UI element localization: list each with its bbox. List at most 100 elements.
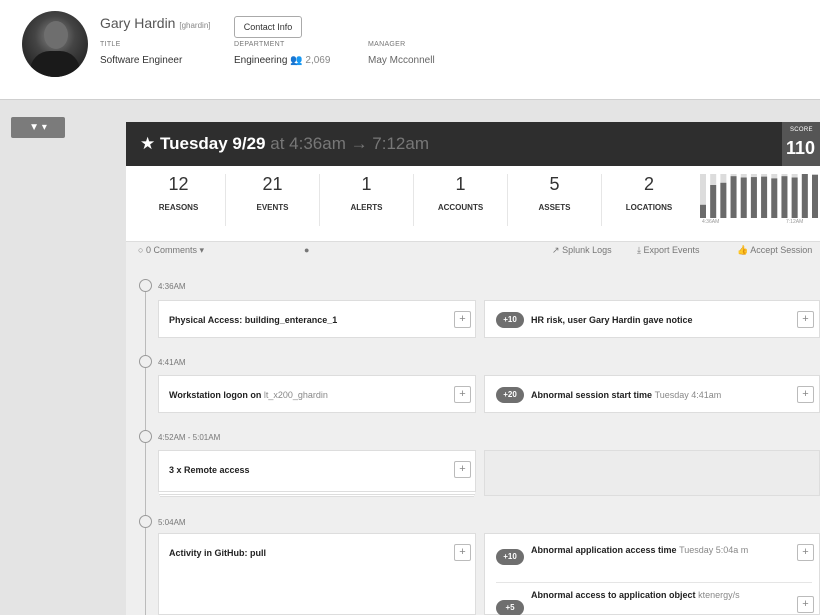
stat-locations[interactable]: 2 LOCATIONS — [602, 174, 696, 226]
timeline-time: 4:52AM - 5:01AM — [158, 433, 221, 442]
activity-sparkline — [700, 174, 818, 218]
splunk-label: Splunk Logs — [562, 245, 612, 255]
download-icon: ⤓ — [637, 245, 641, 255]
add-icon[interactable]: + — [454, 544, 471, 561]
score-label: SCORE — [790, 127, 813, 133]
contact-info-button[interactable]: Contact Info — [234, 16, 302, 38]
reason-text: HR risk, user Gary Hardin gave notice — [531, 315, 693, 325]
tag-icon[interactable]: ● — [304, 245, 309, 255]
filter-button[interactable]: ▼ ▾ — [11, 117, 65, 138]
department-name: Engineering — [234, 55, 288, 66]
department-value: Engineering 👥 2,069 — [234, 55, 330, 66]
stat-label: REASONS — [158, 203, 199, 212]
reason-main: Abnormal access to application object — [531, 590, 696, 600]
stat-accounts[interactable]: 1 ACCOUNTS — [414, 174, 508, 226]
stat-label: ASSETS — [538, 203, 571, 212]
session-day: Tuesday 9/29 — [159, 134, 266, 153]
user-name: Gary Hardin — [100, 15, 176, 31]
event-card[interactable]: Workstation logon on lt_x200_ghardin + — [158, 375, 476, 413]
timeline-dot — [139, 430, 152, 443]
event-card[interactable]: Activity in GitHub: pull + — [158, 533, 476, 615]
title-value: Software Engineer — [100, 55, 183, 66]
star-icon[interactable]: ★ — [140, 134, 155, 153]
stat-label: EVENTS — [256, 203, 289, 212]
add-icon[interactable]: + — [454, 461, 471, 478]
add-icon[interactable]: + — [454, 311, 471, 328]
score-badge: +20 — [496, 387, 524, 403]
add-icon[interactable]: + — [797, 386, 814, 403]
accept-session-link[interactable]: 👍 Accept Session — [737, 245, 812, 256]
score-box: SCORE 110 — [782, 122, 820, 166]
stat-events[interactable]: 21 EVENTS — [226, 174, 320, 226]
stat-number: 1 — [361, 174, 372, 194]
reason-main: Abnormal session start time — [531, 390, 653, 400]
profile-name: Gary Hardin [ghardin] — [100, 15, 211, 31]
sparkline-bar — [761, 176, 768, 218]
event-card[interactable]: 3 x Remote access + — [158, 450, 476, 492]
event-text: Workstation logon on lt_x200_ghardin — [169, 390, 328, 400]
export-label: Export Events — [643, 245, 700, 255]
event-text: 3 x Remote access — [169, 465, 250, 475]
add-icon[interactable]: + — [797, 311, 814, 328]
export-events-link[interactable]: ⤓ Export Events — [637, 245, 700, 256]
sparkline-bar — [740, 177, 747, 218]
event-host[interactable]: lt_x200_ghardin — [264, 390, 328, 400]
stat-number: 21 — [262, 174, 283, 194]
add-icon[interactable]: + — [454, 386, 471, 403]
comments-toggle[interactable]: ○ 0 Comments ▾ — [138, 245, 204, 256]
stat-alerts[interactable]: 1 ALERTS — [320, 174, 414, 226]
reason-detail: Tuesday 4:41am — [654, 390, 722, 400]
reason-text: Abnormal application access time Tuesday… — [531, 544, 777, 557]
reason-detail: Tuesday 5:04a m — [679, 545, 749, 555]
stat-label: ACCOUNTS — [437, 203, 484, 212]
timeline-dot — [139, 515, 152, 528]
reason-detail: ktenergy/s — [698, 590, 740, 600]
sparkline-bar — [730, 176, 737, 218]
comments-label: 0 Comments ▾ — [145, 245, 204, 255]
sparkline-bar — [750, 177, 757, 218]
stat-reasons[interactable]: 12 REASONS — [132, 174, 226, 226]
sparkline-bar — [720, 182, 727, 218]
score-badge: +10 — [496, 312, 524, 328]
add-icon[interactable]: + — [797, 596, 814, 613]
comment-icon: ○ — [138, 245, 144, 255]
event-card[interactable]: Physical Access: building_enterance_1 + — [158, 300, 476, 338]
sparkline-bar — [710, 185, 717, 218]
sparkline-bar — [700, 204, 706, 218]
accept-label: Accept Session — [750, 245, 813, 255]
avatar — [22, 11, 88, 77]
stat-number: 5 — [549, 174, 560, 194]
sparkline-bar — [812, 174, 818, 218]
risk-reason-card: +20 Abnormal session start time Tuesday … — [484, 375, 820, 413]
stat-label: ALERTS — [350, 203, 383, 212]
reason-text: Abnormal access to application object kt… — [531, 590, 777, 600]
department-label: DEPARTMENT — [234, 41, 285, 48]
score-badge: +10 — [496, 549, 524, 565]
sparkline-bar — [801, 174, 808, 218]
thumbs-up-icon: 👍 — [737, 245, 749, 255]
stats-row: 12 REASONS 21 EVENTS 1 ALERTS 1 ACCOUNTS 5 AS… — [126, 166, 820, 255]
add-icon[interactable]: + — [797, 544, 814, 561]
title-label: TITLE — [100, 41, 121, 48]
risk-reason-card: +10 HR risk, user Gary Hardin gave notic… — [484, 300, 820, 338]
event-text: Activity in GitHub: pull — [169, 548, 266, 558]
stat-label: LOCATIONS — [625, 203, 673, 212]
score-value: 110 — [786, 138, 816, 158]
timeline-time: 5:04AM — [158, 518, 186, 527]
sparkline-bar — [781, 176, 788, 218]
manager-label: MANAGER — [368, 41, 406, 48]
reason-main: Abnormal application access time — [531, 545, 677, 555]
timeline-dot — [139, 355, 152, 368]
timeline-dot — [139, 279, 152, 292]
department-count: 2,069 — [305, 55, 331, 66]
stat-assets[interactable]: 5 ASSETS — [508, 174, 602, 226]
empty-reason-area — [484, 450, 820, 496]
stat-number: 2 — [643, 174, 654, 194]
manager-link[interactable]: May Mcconnell — [368, 55, 435, 66]
score-badge: +5 — [496, 600, 524, 615]
splunk-logs-link[interactable]: ↗ Splunk Logs — [552, 245, 612, 256]
event-text: Physical Access: building_enterance_1 — [169, 315, 338, 325]
stat-number: 12 — [168, 174, 189, 194]
timeline-line — [145, 280, 146, 615]
sparkline-bar — [791, 177, 798, 218]
